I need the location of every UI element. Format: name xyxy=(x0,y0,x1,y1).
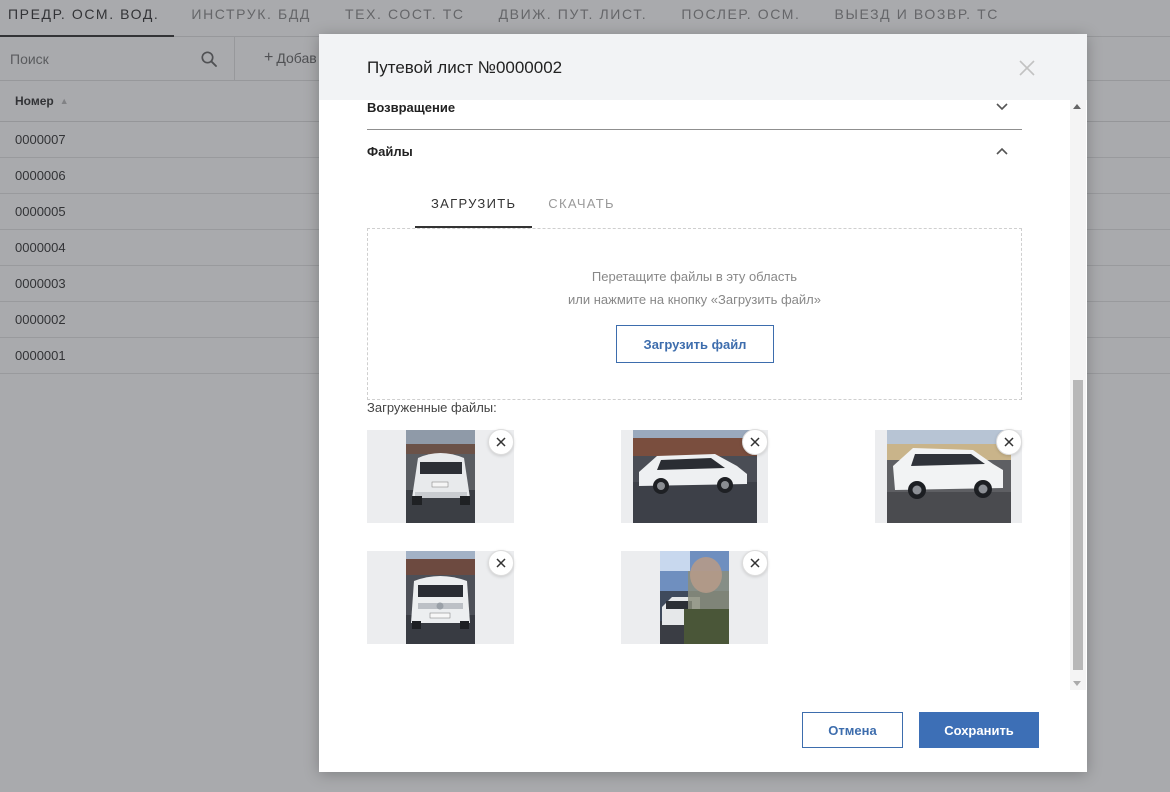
remove-icon xyxy=(1004,437,1014,447)
chevron-up-icon[interactable] xyxy=(995,146,1009,156)
remove-icon xyxy=(750,437,760,447)
modal-header: Путевой лист №0000002 xyxy=(319,34,1087,100)
uploaded-file-thumbnail[interactable] xyxy=(367,429,514,523)
file-dropzone[interactable]: Перетащите файлы в эту область или нажми… xyxy=(367,228,1022,400)
scroll-up-arrow[interactable] xyxy=(1073,104,1081,109)
files-tabs: ЗАГРУЗИТЬ СКАЧАТЬ xyxy=(415,192,631,228)
car-side-sunlit-photo xyxy=(887,430,1011,523)
waybill-modal: Путевой лист №0000002 Возвращение Файлы … xyxy=(319,34,1087,772)
remove-icon xyxy=(496,558,506,568)
uploaded-file-thumbnail[interactable] xyxy=(875,429,1022,523)
save-button[interactable]: Сохранить xyxy=(919,712,1039,748)
remove-file-button[interactable] xyxy=(488,550,514,576)
remove-file-button[interactable] xyxy=(996,429,1022,455)
section-return[interactable]: Возвращение xyxy=(367,100,1022,130)
uploaded-file-thumbnail[interactable] xyxy=(621,429,768,523)
remove-file-button[interactable] xyxy=(742,429,768,455)
chevron-down-icon[interactable] xyxy=(995,102,1009,112)
remove-icon xyxy=(750,558,760,568)
uploaded-file-thumbnail[interactable] xyxy=(367,550,514,644)
section-files[interactable]: Файлы xyxy=(367,144,1022,174)
person-car-photo xyxy=(660,551,729,644)
section-return-label: Возвращение xyxy=(367,100,456,115)
dropzone-hint-line2: или нажмите на кнопку «Загрузить файл» xyxy=(568,292,821,307)
modal-body[interactable]: Возвращение Файлы ЗАГРУЗИТЬ СКАЧАТЬ Пере… xyxy=(319,100,1087,690)
scrollbar-thumb[interactable] xyxy=(1073,380,1083,670)
cancel-button[interactable]: Отмена xyxy=(802,712,903,748)
tab-upload[interactable]: ЗАГРУЗИТЬ xyxy=(415,192,533,228)
close-icon[interactable] xyxy=(1016,57,1038,79)
section-files-label: Файлы xyxy=(367,144,413,159)
modal-scrollbar[interactable] xyxy=(1070,100,1086,690)
car-front-photo xyxy=(406,551,475,644)
scroll-down-arrow[interactable] xyxy=(1073,681,1081,686)
upload-file-button[interactable]: Загрузить файл xyxy=(616,325,774,363)
modal-footer: Отмена Сохранить xyxy=(319,690,1087,772)
tab-download[interactable]: СКАЧАТЬ xyxy=(532,192,631,228)
remove-file-button[interactable] xyxy=(488,429,514,455)
modal-title: Путевой лист №0000002 xyxy=(367,58,563,77)
remove-file-button[interactable] xyxy=(742,550,768,576)
uploaded-files-label: Загруженные файлы: xyxy=(367,400,497,415)
dropzone-hint-line1: Перетащите файлы в эту область xyxy=(591,269,798,284)
remove-icon xyxy=(496,437,506,447)
car-rear-photo xyxy=(406,430,475,523)
uploaded-file-thumbnail[interactable] xyxy=(621,550,768,644)
car-side-photo xyxy=(633,430,757,523)
